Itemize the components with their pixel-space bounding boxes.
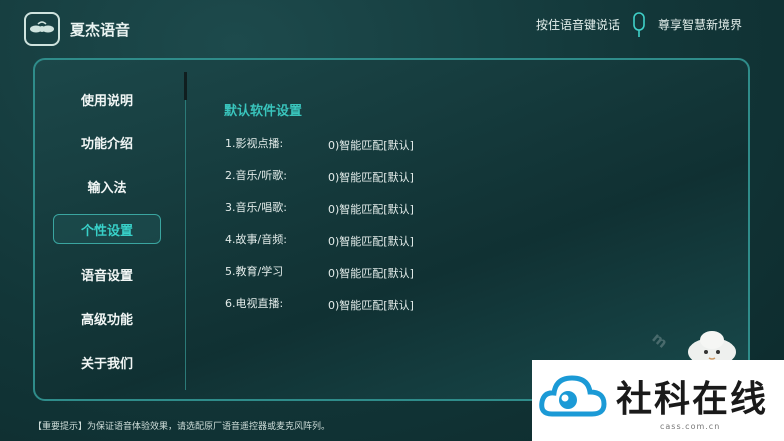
sidebar-item-instructions[interactable]: 使用说明 xyxy=(53,84,161,114)
setting-value-music-listen[interactable]: 0)智能匹配[默认] xyxy=(328,169,414,185)
cloud-logo-icon xyxy=(539,375,607,417)
setting-value-tv-live[interactable]: 0)智能匹配[默认] xyxy=(328,297,414,313)
sidebar-item-advanced[interactable]: 高级功能 xyxy=(53,303,161,333)
setting-value-education[interactable]: 0)智能匹配[默认] xyxy=(328,265,414,281)
microphone-icon xyxy=(633,12,645,37)
sidebar-item-personal-settings[interactable]: 个性设置 xyxy=(53,214,161,244)
setting-label-music-listen: 2.音乐/听歌: xyxy=(225,169,287,182)
watermark-brand: 社科在线 xyxy=(616,379,769,420)
setting-label-education: 5.教育/学习 xyxy=(225,265,284,278)
watermark-banner: 社科在线 cass.com.cn xyxy=(532,360,784,441)
top-bar: 夏杰语音 按住语音键说话 尊享智慧新境界 xyxy=(0,0,784,56)
setting-value-music-sing[interactable]: 0)智能匹配[默认] xyxy=(328,201,414,217)
sidebar-divider xyxy=(185,72,186,390)
app-title: 夏杰语音 xyxy=(70,21,131,39)
slogan-text: 尊享智慧新境界 xyxy=(658,18,743,32)
footer-notice: 【重要提示】为保证语音体验效果，请选配原厂语音遥控器或麦克风阵列。 xyxy=(33,422,331,432)
logo-icon xyxy=(30,21,54,33)
sidebar-item-voice-settings[interactable]: 语音设置 xyxy=(53,259,161,289)
setting-label-tv-live: 6.电视直播: xyxy=(225,297,284,310)
scrollbar-thumb[interactable] xyxy=(184,72,187,100)
watermark-url: cass.com.cn xyxy=(660,422,721,431)
setting-value-story-audio[interactable]: 0)智能匹配[默认] xyxy=(328,233,414,249)
sidebar-item-features[interactable]: 功能介绍 xyxy=(53,127,161,157)
section-title: 默认软件设置 xyxy=(224,104,303,119)
app-logo xyxy=(24,12,60,46)
setting-value-video[interactable]: 0)智能匹配[默认] xyxy=(328,137,414,153)
sidebar-item-input-method[interactable]: 输入法 xyxy=(53,171,161,201)
setting-label-story-audio: 4.故事/音频: xyxy=(225,233,287,246)
setting-label-video: 1.影视点播: xyxy=(225,137,284,150)
settings-panel: 使用说明 功能介绍 输入法 个性设置 语音设置 高级功能 关于我们 默认软件设置… xyxy=(33,58,750,401)
setting-label-music-sing: 3.音乐/唱歌: xyxy=(225,201,287,214)
sidebar-item-about-us[interactable]: 关于我们 xyxy=(53,347,161,377)
voice-key-hint: 按住语音键说话 xyxy=(536,18,621,32)
